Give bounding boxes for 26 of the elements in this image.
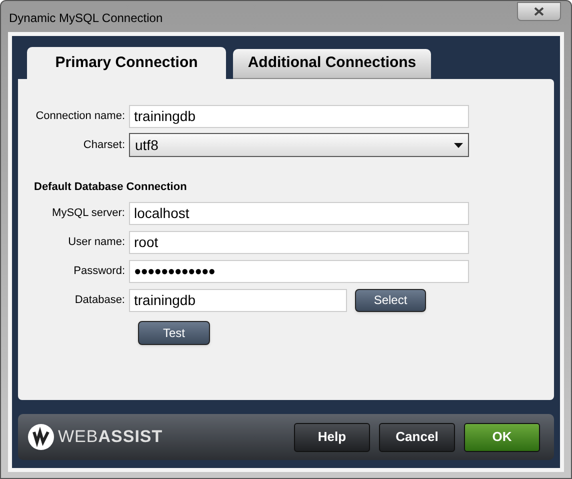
logo-text: WEBASSIST [58,426,163,448]
password-field[interactable]: ●●●●●●●●●●●● [129,260,469,282]
logo-icon [28,424,54,450]
dropdown-arrow-icon [454,142,463,148]
ok-button[interactable]: OK [464,422,540,452]
close-button[interactable] [517,2,561,21]
input-field[interactable]: localhost [129,202,469,224]
input-field[interactable]: root [129,230,469,254]
dialog-button[interactable]: Cancel [379,422,455,452]
charset-dropdown[interactable]: utf8 [129,133,469,157]
close-icon [534,7,544,16]
input-field[interactable]: trainingdb [129,105,469,128]
field-label: Charset: [82,138,126,153]
select-button[interactable]: Select [355,288,426,312]
field-label: Connection name: [34,109,126,124]
input-field[interactable]: trainingdb [129,288,347,312]
field-label: Password: [72,264,126,279]
test-button[interactable]: Test [138,320,210,344]
tab[interactable]: Primary Connection [27,47,226,79]
tab[interactable]: Additional Connections [233,49,431,79]
dialog-button[interactable]: Help [294,422,370,452]
section-heading: Default Database Connection [34,180,188,195]
window-title: Dynamic MySQL Connection [9,10,163,27]
field-label: Database: [74,292,126,308]
field-label: MySQL server: [51,206,126,221]
field-label: User name: [67,234,126,250]
